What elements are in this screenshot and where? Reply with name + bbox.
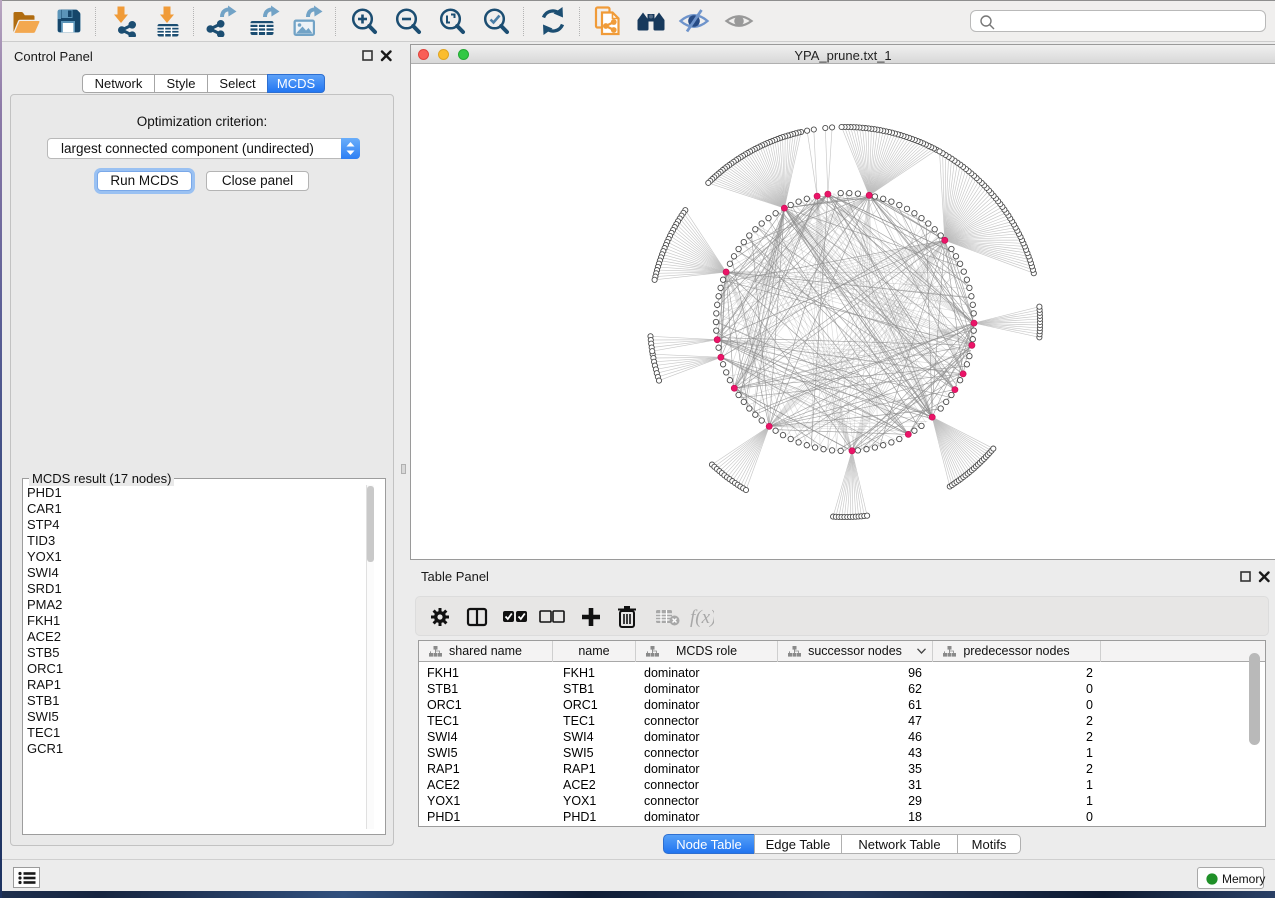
svg-text:f(x): f(x): [690, 607, 714, 628]
